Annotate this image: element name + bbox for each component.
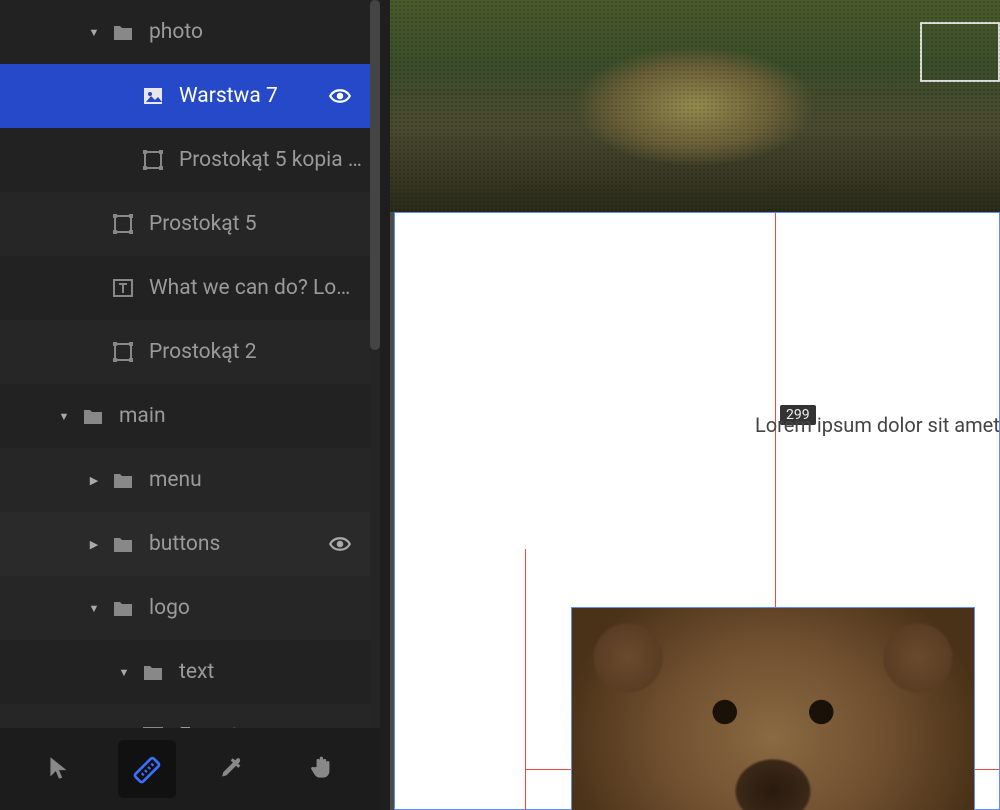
- measure-tool-button[interactable]: [118, 740, 176, 798]
- layer-label: Prostokąt 2: [149, 340, 370, 364]
- eyedropper-tool-button[interactable]: [206, 740, 264, 798]
- folder-icon: [111, 532, 135, 556]
- layer-row[interactable]: What we can do? Lo…: [0, 256, 370, 320]
- bear-image: [572, 608, 974, 810]
- layer-row[interactable]: Warstwa 7: [0, 64, 370, 128]
- layer-row[interactable]: ▼ photo: [0, 0, 370, 64]
- folder-icon: [81, 404, 105, 428]
- layer-row[interactable]: Prostokąt 5 kopia …: [0, 128, 370, 192]
- layer-label: Forest: [179, 724, 370, 728]
- shape-icon: [111, 212, 135, 236]
- layer-label: Warstwa 7: [179, 84, 320, 108]
- canvas[interactable]: 299 Lorem ipsum dolor sit amet: [390, 0, 1000, 810]
- chevron-down-icon[interactable]: ▼: [115, 663, 133, 681]
- navigator-viewport-box[interactable]: [920, 22, 1000, 82]
- chevron-down-icon[interactable]: ▼: [55, 407, 73, 425]
- layer-label: What we can do? Lo…: [149, 276, 370, 300]
- layer-label: main: [119, 404, 370, 428]
- layer-label: buttons: [149, 532, 320, 556]
- image-icon: [141, 84, 165, 108]
- tool-bar: [0, 728, 380, 810]
- folder-icon: [111, 596, 135, 620]
- layer-row[interactable]: ▶ buttons: [0, 512, 370, 576]
- text-icon: [141, 724, 165, 728]
- layer-row[interactable]: ▼ text: [0, 640, 370, 704]
- canvas-placeholder-text: Lorem ipsum dolor sit amet: [755, 413, 1000, 437]
- visibility-eye-icon[interactable]: [320, 532, 360, 556]
- chevron-down-icon[interactable]: ▼: [85, 23, 103, 41]
- hand-tool-button[interactable]: [294, 740, 352, 798]
- selected-image[interactable]: [571, 607, 975, 810]
- layer-row[interactable]: Forest: [0, 704, 370, 728]
- shape-icon: [111, 340, 135, 364]
- canvas-top-image: [390, 0, 1000, 212]
- layer-row[interactable]: ▼ main: [0, 384, 370, 448]
- text-icon: [111, 276, 135, 300]
- layer-row[interactable]: ▼ logo: [0, 576, 370, 640]
- layer-label: menu: [149, 468, 370, 492]
- layers-sidebar: ▼ photo Warstwa 7 Prostokąt 5 kopia … Prosto…: [0, 0, 380, 810]
- chevron-down-icon[interactable]: ▼: [85, 599, 103, 617]
- folder-icon: [111, 20, 135, 44]
- folder-icon: [141, 660, 165, 684]
- layer-label: text: [179, 660, 370, 684]
- artboard[interactable]: 299 Lorem ipsum dolor sit amet: [394, 212, 1000, 810]
- layer-label: logo: [149, 596, 370, 620]
- guide-vertical-left[interactable]: [525, 549, 526, 810]
- layer-row[interactable]: Prostokąt 2: [0, 320, 370, 384]
- layer-label: photo: [149, 20, 370, 44]
- layer-row[interactable]: ▶ menu: [0, 448, 370, 512]
- layers-panel: ▼ photo Warstwa 7 Prostokąt 5 kopia … Prosto…: [0, 0, 380, 728]
- chevron-right-icon[interactable]: ▶: [85, 535, 103, 553]
- shape-icon: [141, 148, 165, 172]
- chevron-right-icon[interactable]: ▶: [85, 471, 103, 489]
- pointer-tool-button[interactable]: [30, 740, 88, 798]
- layer-row[interactable]: Prostokąt 5: [0, 192, 370, 256]
- layer-label: Prostokąt 5: [149, 212, 370, 236]
- layer-list: ▼ photo Warstwa 7 Prostokąt 5 kopia … Prosto…: [0, 0, 370, 728]
- folder-icon: [111, 468, 135, 492]
- sidebar-scrollbar[interactable]: [370, 0, 380, 350]
- visibility-eye-icon[interactable]: [320, 84, 360, 108]
- layer-label: Prostokąt 5 kopia …: [179, 148, 370, 172]
